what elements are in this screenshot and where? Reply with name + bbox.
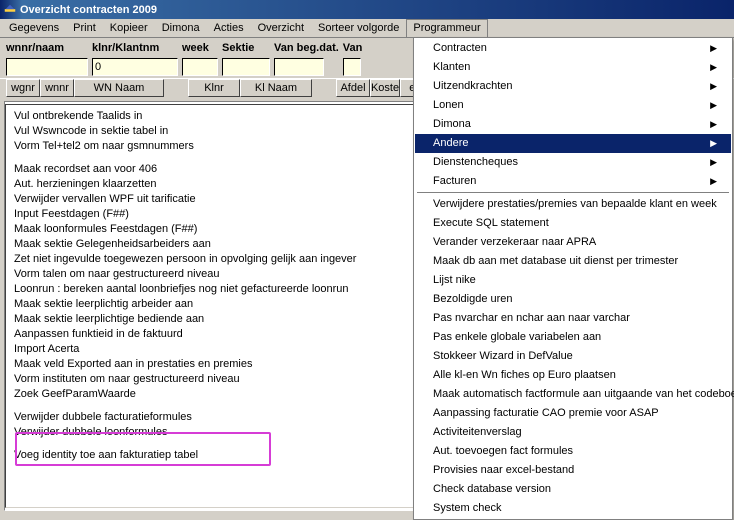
menu-separator bbox=[417, 192, 729, 194]
menu-item[interactable]: Contracten ▶ bbox=[415, 39, 731, 58]
filter-label: Van beg.dat. bbox=[274, 42, 339, 56]
menu-item-label: Lijst nike bbox=[433, 273, 476, 288]
submenu-arrow-icon: ▶ bbox=[710, 98, 717, 113]
menu-gegevens[interactable]: Gegevens bbox=[2, 19, 66, 37]
submenu-arrow-icon: ▶ bbox=[710, 155, 717, 170]
menu-item-label: Uitzendkrachten bbox=[433, 79, 513, 94]
menu-item[interactable]: System check bbox=[415, 499, 731, 518]
menu-item[interactable]: Maak db aan met database uit dienst per … bbox=[415, 252, 731, 271]
filter-input-van-beg-dat-[interactable] bbox=[274, 58, 324, 76]
column-header[interactable]: Kl Naam bbox=[240, 79, 312, 97]
menu-bar: GegevensPrintKopieerDimonaActiesOverzich… bbox=[0, 19, 734, 38]
filter-input-week[interactable] bbox=[182, 58, 218, 76]
menu-item-label: Aut. toevoegen fact formules bbox=[433, 444, 573, 459]
menu-item-label: Dienstencheques bbox=[433, 155, 518, 170]
menu-item-label: Verander verzekeraar naar APRA bbox=[433, 235, 596, 250]
app-icon bbox=[3, 3, 17, 17]
menu-overzicht[interactable]: Overzicht bbox=[251, 19, 311, 37]
filter-input-wnnr-naam[interactable] bbox=[6, 58, 88, 76]
menu-item-label: Provisies naar excel-bestand bbox=[433, 463, 574, 478]
menu-item[interactable]: Dimona ▶ bbox=[415, 115, 731, 134]
menu-item-label: Andere bbox=[433, 136, 468, 151]
column-header[interactable]: Koste bbox=[370, 79, 400, 97]
menu-kopieer[interactable]: Kopieer bbox=[103, 19, 155, 37]
menu-item-label: Activiteitenverslag bbox=[433, 425, 522, 440]
menu-item-label: Check database version bbox=[433, 482, 551, 497]
programmeur-dropdown: Contracten▶Klanten▶Uitzendkrachten▶Lonen… bbox=[413, 37, 733, 520]
filter-label: wnnr/naam bbox=[6, 42, 88, 56]
column-header[interactable]: wgnr bbox=[6, 79, 40, 97]
menu-item[interactable]: Alle kl-en Wn fiches op Euro plaatsen bbox=[415, 366, 731, 385]
menu-item[interactable]: Maak automatisch factformule aan uitgaan… bbox=[415, 385, 731, 404]
column-header[interactable]: Afdel bbox=[336, 79, 370, 97]
menu-item[interactable]: Lijst nike bbox=[415, 271, 731, 290]
menu-item-label: Alle kl-en Wn fiches op Euro plaatsen bbox=[433, 368, 616, 383]
menu-item[interactable]: Bezoldigde uren bbox=[415, 290, 731, 309]
menu-item-label: Verwijdere prestaties/premies van bepaal… bbox=[433, 197, 717, 212]
submenu-arrow-icon: ▶ bbox=[710, 136, 717, 151]
menu-item[interactable]: Aanpassing facturatie CAO premie voor AS… bbox=[415, 404, 731, 423]
title-bar: Overzicht contracten 2009 bbox=[0, 0, 734, 19]
menu-item[interactable]: Andere ▶ bbox=[415, 134, 731, 153]
menu-item[interactable]: Klanten ▶ bbox=[415, 58, 731, 77]
submenu-arrow-icon: ▶ bbox=[710, 174, 717, 189]
menu-item[interactable]: Verwijdere prestaties/premies van bepaal… bbox=[415, 195, 731, 214]
menu-item[interactable]: Dienstencheques ▶ bbox=[415, 153, 731, 172]
filter-input-klnr-klantnm[interactable] bbox=[92, 58, 178, 76]
menu-item-label: Lonen bbox=[433, 98, 464, 113]
menu-item-label: Facturen bbox=[433, 174, 476, 189]
filter-input-van[interactable] bbox=[343, 58, 361, 76]
menu-dimona[interactable]: Dimona bbox=[155, 19, 207, 37]
menu-item[interactable]: Execute SQL statement bbox=[415, 214, 731, 233]
filter-label: klnr/Klantnm bbox=[92, 42, 178, 56]
menu-acties[interactable]: Acties bbox=[207, 19, 251, 37]
submenu-arrow-icon: ▶ bbox=[710, 117, 717, 132]
submenu-arrow-icon: ▶ bbox=[710, 41, 717, 56]
window-title: Overzicht contracten 2009 bbox=[20, 4, 157, 16]
menu-item[interactable]: Check database version bbox=[415, 480, 731, 499]
menu-item-label: Maak db aan met database uit dienst per … bbox=[433, 254, 678, 269]
submenu-arrow-icon: ▶ bbox=[710, 60, 717, 75]
menu-item-label: Execute SQL statement bbox=[433, 216, 549, 231]
column-header[interactable]: Klnr bbox=[188, 79, 240, 97]
menu-sorteer-volgorde[interactable]: Sorteer volgorde bbox=[311, 19, 406, 37]
menu-item-label: Contracten bbox=[433, 41, 487, 56]
menu-item[interactable]: Provisies naar excel-bestand bbox=[415, 461, 731, 480]
filter-label: week bbox=[182, 42, 218, 56]
menu-item-label: Pas enkele globale variabelen aan bbox=[433, 330, 601, 345]
menu-item[interactable]: Uitzendkrachten ▶ bbox=[415, 77, 731, 96]
filter-input-sektie[interactable] bbox=[222, 58, 270, 76]
menu-item[interactable]: Stokkeer Wizard in DefValue bbox=[415, 347, 731, 366]
menu-print[interactable]: Print bbox=[66, 19, 103, 37]
menu-item-label: Maak automatisch factformule aan uitgaan… bbox=[433, 387, 734, 402]
column-header[interactable]: WN Naam bbox=[74, 79, 164, 97]
menu-item-label: Aanpassing facturatie CAO premie voor AS… bbox=[433, 406, 659, 421]
menu-item-label: Pas nvarchar en nchar aan naar varchar bbox=[433, 311, 630, 326]
menu-item[interactable]: Pas nvarchar en nchar aan naar varchar bbox=[415, 309, 731, 328]
menu-item[interactable]: Verander verzekeraar naar APRA bbox=[415, 233, 731, 252]
menu-item-label: System check bbox=[433, 501, 501, 516]
submenu-arrow-icon: ▶ bbox=[710, 79, 717, 94]
filter-label: Van bbox=[343, 42, 363, 56]
menu-item[interactable]: Activiteitenverslag bbox=[415, 423, 731, 442]
menu-programmeur[interactable]: Programmeur bbox=[406, 19, 487, 37]
filter-label: Sektie bbox=[222, 42, 270, 56]
menu-item[interactable]: Aut. toevoegen fact formules bbox=[415, 442, 731, 461]
menu-item[interactable]: Lonen ▶ bbox=[415, 96, 731, 115]
menu-item[interactable]: Facturen ▶ bbox=[415, 172, 731, 191]
menu-item-label: Klanten bbox=[433, 60, 470, 75]
menu-item-label: Dimona bbox=[433, 117, 471, 132]
menu-item-label: Bezoldigde uren bbox=[433, 292, 513, 307]
menu-item-label: Stokkeer Wizard in DefValue bbox=[433, 349, 573, 364]
column-header[interactable]: wnnr bbox=[40, 79, 74, 97]
menu-item[interactable]: Pas enkele globale variabelen aan bbox=[415, 328, 731, 347]
